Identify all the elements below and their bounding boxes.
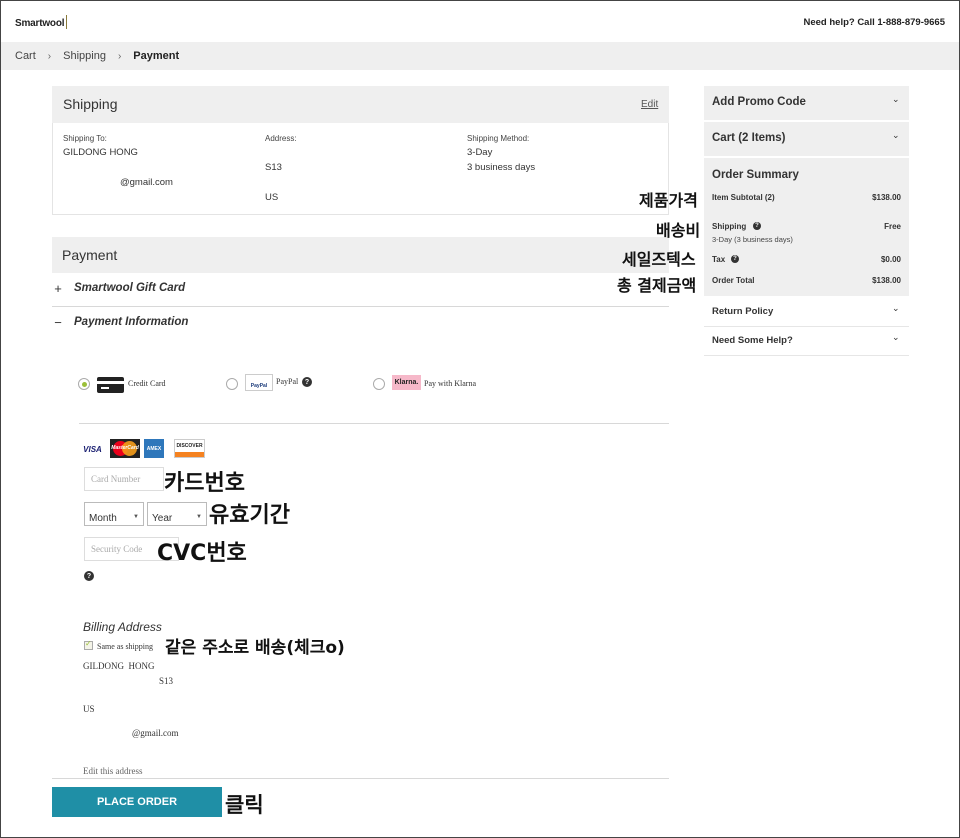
shipping-cost-detail: 3-Day (3 business days) xyxy=(712,235,793,244)
annotation-same-address: 같은 주소로 배송(체크o) xyxy=(165,638,345,658)
klarna-label: Pay with Klarna xyxy=(424,379,476,388)
discover-logo: DISCOVER xyxy=(174,439,205,458)
shipping-section-header xyxy=(52,86,669,123)
promo-code-title: Add Promo Code xyxy=(712,96,806,108)
same-as-shipping-checkbox[interactable]: ✓ xyxy=(84,639,93,650)
annotation-cvc: CVC번호 xyxy=(157,541,247,566)
shipping-info-icon[interactable]: ? xyxy=(753,222,761,230)
checkmark-icon: ✓ xyxy=(85,639,92,648)
billing-address-title: Billing Address xyxy=(83,620,162,634)
divider xyxy=(704,326,909,327)
dropdown-arrow-icon: ▼ xyxy=(196,514,202,520)
order-total-value: $138.00 xyxy=(872,276,901,285)
cart-title: Cart (2 Items) xyxy=(712,132,786,144)
chevron-right-icon: › xyxy=(117,50,122,62)
payment-section-header xyxy=(52,237,669,273)
gift-card-label: Smartwool Gift Card xyxy=(74,282,186,294)
smartwool-logo[interactable]: Smartwool xyxy=(15,15,72,29)
annotation-card-number: 카드번호 xyxy=(164,471,245,496)
minus-icon: − xyxy=(54,314,62,330)
shipping-cost-label: Shipping xyxy=(712,222,747,231)
shipping-email: @gmail.com xyxy=(120,177,173,188)
dropdown-arrow-icon: ▼ xyxy=(133,514,139,520)
annotation-click: 클릭 xyxy=(225,793,264,817)
chevron-down-icon: ⌄ xyxy=(892,332,900,342)
address-line1: S13 xyxy=(265,162,282,173)
divider xyxy=(79,423,669,424)
credit-card-radio[interactable] xyxy=(78,378,90,390)
address-country: US xyxy=(265,192,279,203)
annotation-shipping-fee: 배송비 xyxy=(656,221,701,240)
divider xyxy=(52,306,669,307)
item-subtotal-value: $138.00 xyxy=(872,193,901,202)
chevron-down-icon: ⌄ xyxy=(892,303,900,313)
billing-line1: S13 xyxy=(159,676,174,686)
paypal-label: PayPal xyxy=(276,377,299,386)
billing-country: US xyxy=(83,704,95,714)
tax-value: $0.00 xyxy=(880,255,901,264)
chevron-down-icon: ⌄ xyxy=(892,130,900,140)
place-order-button[interactable]: PLACE ORDER xyxy=(52,787,222,817)
edit-address-link[interactable]: Edit this address xyxy=(83,766,143,776)
shipping-name: GILDONG HONG xyxy=(63,147,138,158)
annotation-total-payment: 총 결제금액 xyxy=(617,276,697,295)
shipping-details xyxy=(52,123,669,215)
breadcrumb: Cart › Shipping › Payment xyxy=(1,42,959,70)
chevron-right-icon: › xyxy=(47,50,52,62)
month-select[interactable]: Month ▼ xyxy=(84,502,144,526)
tax-label: Tax xyxy=(712,255,726,264)
order-total-label: Order Total xyxy=(712,276,755,285)
item-subtotal-label: Item Subtotal (2) xyxy=(712,193,775,202)
shipping-method: 3-Day xyxy=(467,147,493,158)
shipping-to-label: Shipping To: xyxy=(63,134,107,143)
help-icon[interactable]: ? xyxy=(302,377,312,387)
klarna-radio[interactable] xyxy=(373,378,385,390)
shipping-title: Shipping xyxy=(63,96,118,112)
paypal-radio[interactable] xyxy=(226,378,238,390)
help-phone-text: Need help? Call 1-888-879-9665 xyxy=(803,17,945,28)
shipping-method-time: 3 business days xyxy=(467,162,536,173)
annotation-product-price: 제품가격 xyxy=(639,191,698,210)
mastercard-logo: MasterCard xyxy=(110,439,140,458)
return-policy-accordion[interactable]: Return Policy xyxy=(712,306,773,317)
billing-email: @gmail.com xyxy=(132,728,179,738)
divider xyxy=(704,355,909,356)
billing-name: GILDONG HONG xyxy=(83,661,155,671)
breadcrumb-payment: Payment xyxy=(133,50,180,62)
same-as-shipping-label: Same as shipping xyxy=(97,642,153,651)
plus-icon: + xyxy=(54,280,62,296)
gift-card-accordion[interactable]: + Smartwool Gift Card xyxy=(52,280,186,296)
tax-info-icon[interactable]: ? xyxy=(731,255,739,263)
order-summary-title: Order Summary xyxy=(712,169,799,181)
klarna-logo: Klarna. xyxy=(392,375,421,390)
annotation-sales-tax: 세일즈텍스 xyxy=(622,250,696,269)
payment-title: Payment xyxy=(62,247,118,263)
cvc-help-icon[interactable]: ? xyxy=(84,571,94,581)
amex-logo: AMEX xyxy=(144,439,164,458)
payment-info-label: Payment Information xyxy=(74,316,189,328)
shipping-method-label: Shipping Method: xyxy=(467,134,530,143)
credit-card-label: Credit Card xyxy=(128,379,166,388)
annotation-expiry: 유효기간 xyxy=(209,503,290,528)
edit-shipping-link[interactable]: Edit xyxy=(641,99,658,110)
need-help-accordion[interactable]: Need Some Help? xyxy=(712,335,793,346)
credit-card-icon xyxy=(97,377,124,393)
breadcrumb-cart[interactable]: Cart xyxy=(15,50,36,62)
address-label: Address: xyxy=(265,134,297,143)
year-select[interactable]: Year ▼ xyxy=(147,502,207,526)
payment-info-accordion[interactable]: − Payment Information xyxy=(52,314,189,330)
divider xyxy=(52,778,669,779)
breadcrumb-shipping[interactable]: Shipping xyxy=(63,50,106,62)
visa-logo: VISA xyxy=(83,445,102,454)
card-number-input[interactable]: Card Number xyxy=(84,467,164,491)
shipping-cost-value: Free xyxy=(884,222,901,231)
chevron-down-icon: ⌄ xyxy=(892,94,900,104)
paypal-logo: PayPal xyxy=(245,374,273,391)
logo-figure-icon xyxy=(66,15,72,29)
